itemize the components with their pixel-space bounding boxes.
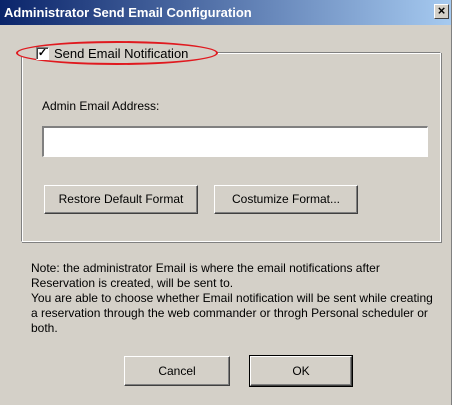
window-title: Administrator Send Email Configuration	[4, 5, 252, 20]
close-button[interactable]: ×	[434, 4, 449, 19]
cancel-button[interactable]: Cancel	[124, 356, 230, 386]
note-text: Note: the administrator Email is where t…	[31, 261, 441, 336]
title-bar: Administrator Send Email Configuration ×	[0, 0, 451, 25]
send-notification-label: Send Email Notification	[54, 45, 189, 61]
email-config-dialog: Administrator Send Email Configuration ×…	[0, 0, 452, 405]
admin-email-label: Admin Email Address:	[42, 99, 160, 113]
restore-default-format-button[interactable]: Restore Default Format	[44, 185, 198, 214]
send-notification-checkbox[interactable]: ✓	[36, 46, 49, 60]
note-line-2: You are able to choose whether Email not…	[31, 291, 433, 335]
note-line-1: Note: the administrator Email is where t…	[31, 261, 380, 290]
ok-button[interactable]: OK	[249, 355, 353, 387]
send-notification-checkbox-row[interactable]: ✓ Send Email Notification	[16, 41, 219, 65]
admin-email-input[interactable]	[42, 126, 428, 157]
customize-format-button[interactable]: Costumize Format...	[214, 185, 358, 214]
